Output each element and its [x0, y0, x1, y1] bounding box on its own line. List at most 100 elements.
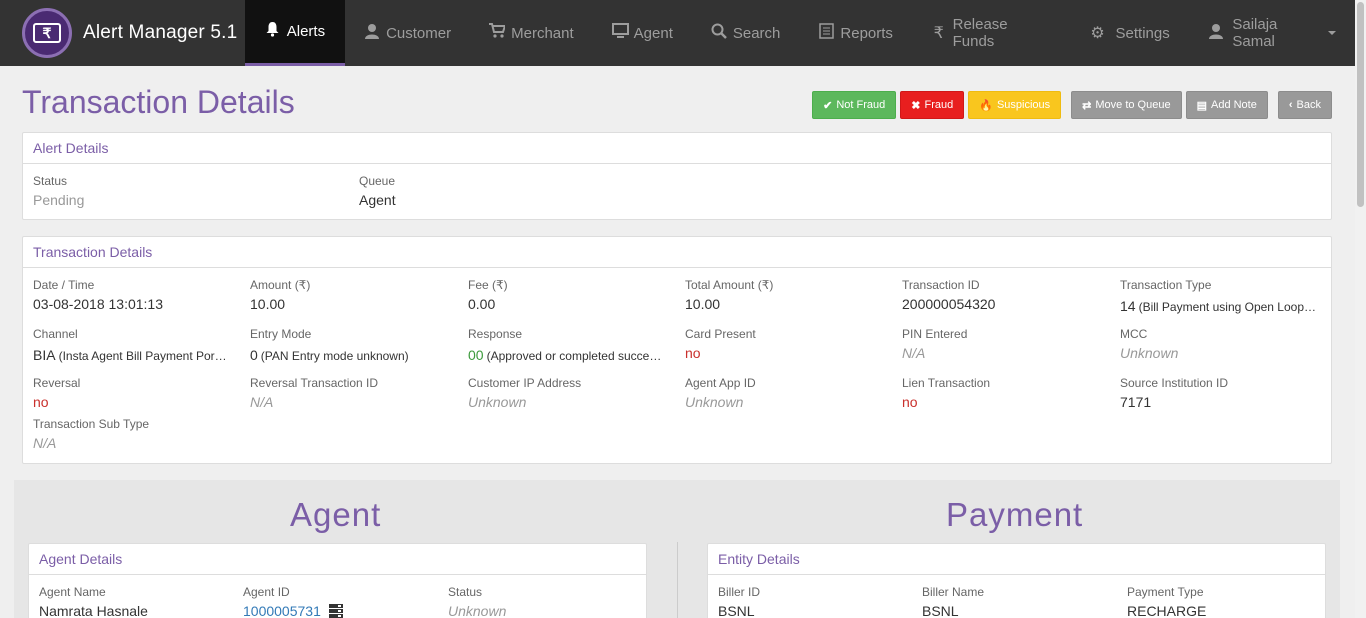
fraud-button[interactable]: ✖ Fraud [900, 91, 965, 119]
alert-queue-field: Queue Agent [359, 174, 396, 208]
source-institution-value: 7171 [1120, 394, 1152, 410]
agent-status-label: Status [448, 585, 483, 599]
nav-customer[interactable]: Customer [345, 0, 470, 66]
channel-value: BIA (Insta Agent Bill Payment Por… [33, 347, 238, 363]
date-time-value: 03-08-2018 13:01:13 [33, 296, 163, 312]
search-icon [711, 23, 727, 44]
alert-status-value: Pending [33, 192, 85, 208]
pin-entered-field: PIN Entered N/A [902, 327, 1107, 361]
customer-ip-label: Customer IP Address [468, 376, 582, 390]
move-to-queue-button[interactable]: ⇄ Move to Queue [1071, 91, 1182, 119]
nav-reports[interactable]: Reports [799, 0, 912, 66]
alert-details-heading: Alert Details [23, 133, 1331, 164]
nav-customer-label: Customer [386, 24, 452, 42]
nav-merchant[interactable]: Merchant [470, 0, 593, 66]
nav-agent[interactable]: Agent [593, 0, 692, 66]
not-fraud-button[interactable]: ✔ Not Fraud [812, 91, 897, 119]
scrollbar-thumb[interactable] [1357, 2, 1364, 207]
customer-ip-value: Unknown [468, 394, 527, 410]
agent-name-value: Namrata Hasnale [39, 603, 148, 618]
mcc-field: MCC Unknown [1120, 327, 1325, 361]
amount-label: Amount (₹) [250, 278, 311, 292]
fire-icon: 🔥 [979, 99, 993, 112]
amount-field: Amount (₹) 10.00 [250, 278, 455, 312]
pin-entered-value: N/A [902, 345, 926, 361]
transaction-details-panel: Transaction Details Date / Time 03-08-20… [22, 236, 1332, 464]
nav-settings[interactable]: ⚙ Settings [1071, 0, 1189, 66]
rupee-logo-icon: ₹ [33, 23, 61, 43]
not-fraud-label: Not Fraud [836, 99, 886, 111]
reversal-value: no [33, 394, 49, 410]
nav-search[interactable]: Search [692, 0, 800, 66]
agent-id-link[interactable]: 1000005731 [243, 603, 321, 618]
entry-mode-desc: (PAN Entry mode unknown) [260, 349, 409, 363]
transaction-type-label: Transaction Type [1120, 278, 1212, 292]
mcc-value-text: Unknown [1120, 345, 1179, 361]
payment-section-title: Payment [946, 496, 1084, 533]
top-navbar: ₹ Alert Manager 5.1 Alerts Customer Merc… [0, 0, 1355, 66]
server-icon[interactable] [328, 603, 343, 618]
user-icon [364, 23, 380, 44]
add-note-button[interactable]: ▤ Add Note [1185, 91, 1268, 119]
biller-name-value: BSNL [922, 603, 959, 618]
lien-transaction-value: no [902, 394, 918, 410]
suspicious-label: Suspicious [996, 99, 1051, 111]
fee-field: Fee (₹) 0.00 [468, 278, 673, 312]
card-present-field: Card Present no [685, 327, 890, 361]
reversal-transaction-id-label: Reversal Transaction ID [250, 376, 379, 390]
reversal-label: Reversal [33, 376, 81, 390]
fee-label: Fee (₹) [468, 278, 508, 292]
brand[interactable]: ₹ Alert Manager 5.1 [0, 0, 245, 66]
payment-type-field: Payment Type RECHARGE [1127, 585, 1317, 618]
transaction-id-label: Transaction ID [902, 278, 980, 292]
card-present-value: no [685, 345, 701, 361]
total-amount-label: Total Amount (₹) [685, 278, 774, 292]
channel-field: Channel BIA (Insta Agent Bill Payment Por… [33, 327, 238, 363]
payment-type-label: Payment Type [1127, 585, 1204, 599]
response-label: Response [468, 327, 523, 341]
agent-id-field: Agent ID 1000005731 [243, 585, 433, 618]
date-time-field: Date / Time 03-08-2018 13:01:13 [33, 278, 238, 312]
payment-type-text: RECHARGE [1127, 603, 1207, 618]
nav-release-funds[interactable]: ₹ Release Funds [912, 0, 1071, 66]
nav-alerts-label: Alerts [286, 23, 326, 40]
monitor-icon [611, 23, 629, 43]
channel-label: Channel [33, 327, 78, 341]
reversal-transaction-id-value: N/A [250, 394, 274, 410]
x-icon: ✖ [911, 99, 921, 112]
bell-icon [265, 21, 281, 42]
biller-id-label: Biller ID [718, 585, 761, 599]
entity-details-heading: Entity Details [708, 544, 1325, 575]
page-scrollbar[interactable] [1355, 0, 1366, 618]
transaction-type-code: 14 [1120, 298, 1136, 314]
agent-details-panel: Agent Details Agent Name Namrata Hasnale… [28, 543, 647, 618]
nav-release-funds-label: Release Funds [952, 16, 1008, 50]
agent-app-id-field: Agent App ID Unknown [685, 376, 890, 410]
response-desc: (Approved or completed succe… [486, 349, 662, 363]
alert-queue-label: Queue [359, 174, 396, 188]
gear-icon: ⚙ [1090, 25, 1105, 42]
back-button[interactable]: ‹ Back [1277, 91, 1332, 119]
agent-id-label: Agent ID [243, 585, 290, 599]
fraud-label: Fraud [924, 99, 954, 111]
alert-status-label: Status [33, 174, 68, 188]
reversal-field: Reversal no [33, 376, 238, 410]
suspicious-button[interactable]: 🔥 Suspicious [968, 91, 1062, 119]
pin-entered-label: PIN Entered [902, 327, 968, 341]
alert-queue-value: Agent [359, 192, 396, 208]
response-field: Response 00 (Approved or completed succe… [468, 327, 673, 363]
cart-icon [489, 23, 507, 43]
response-code: 00 [468, 347, 484, 363]
card-present-label: Card Present [685, 327, 756, 341]
chevron-left-icon: ‹ [1288, 99, 1293, 111]
amount-value: 10.00 [250, 296, 286, 312]
transaction-sub-type-label: Transaction Sub Type [33, 417, 150, 431]
response-value: 00 (Approved or completed succe… [468, 347, 673, 363]
nav-alerts[interactable]: Alerts [244, 0, 346, 66]
agent-name-label: Agent Name [39, 585, 106, 599]
nav-user-menu[interactable]: Sailaja Samal [1189, 0, 1355, 66]
move-to-queue-label: Move to Queue [1095, 99, 1171, 111]
agent-section-title: Agent [290, 496, 382, 533]
note-icon: ▤ [1196, 99, 1207, 112]
entry-mode-value: 0 (PAN Entry mode unknown) [250, 347, 455, 363]
